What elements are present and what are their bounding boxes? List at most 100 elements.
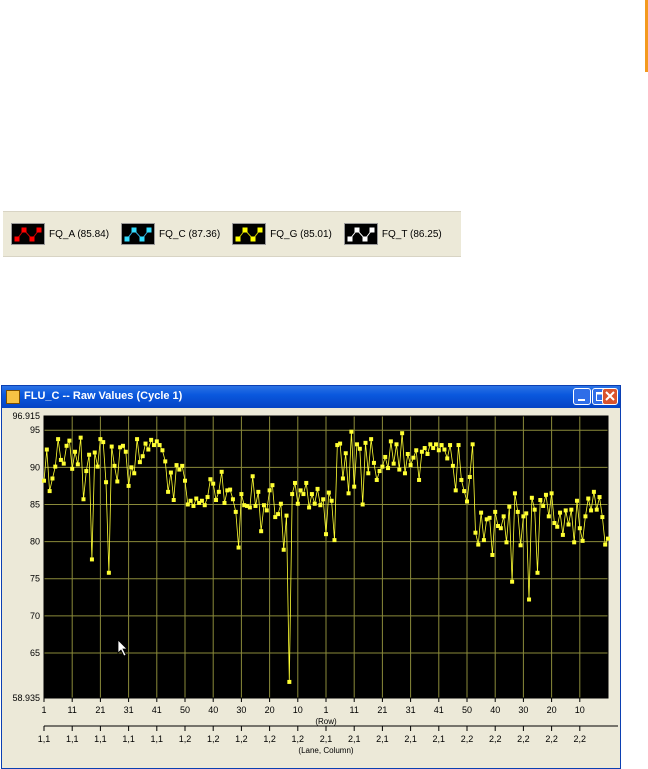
data-point[interactable]: [256, 489, 261, 494]
data-point[interactable]: [377, 469, 382, 474]
data-point[interactable]: [70, 466, 75, 471]
data-point[interactable]: [188, 498, 193, 503]
data-point[interactable]: [422, 446, 427, 451]
data-point[interactable]: [276, 512, 281, 517]
data-point[interactable]: [586, 496, 591, 501]
data-point[interactable]: [439, 443, 444, 448]
data-point[interactable]: [137, 460, 142, 465]
data-point[interactable]: [53, 464, 58, 469]
data-point[interactable]: [233, 509, 238, 514]
data-point[interactable]: [402, 471, 407, 476]
data-point[interactable]: [411, 455, 416, 460]
data-point[interactable]: [490, 552, 495, 557]
legend-item[interactable]: FQ_T (86.25): [343, 223, 442, 245]
data-point[interactable]: [606, 536, 610, 541]
data-point[interactable]: [81, 497, 86, 502]
data-point[interactable]: [445, 456, 450, 461]
data-point[interactable]: [507, 504, 512, 509]
data-point[interactable]: [383, 454, 388, 459]
data-point[interactable]: [414, 448, 419, 453]
data-point[interactable]: [101, 440, 106, 445]
data-point[interactable]: [453, 488, 458, 493]
data-point[interactable]: [591, 489, 596, 494]
data-point[interactable]: [388, 439, 393, 444]
data-point[interactable]: [168, 470, 173, 475]
data-point[interactable]: [529, 495, 534, 500]
data-point[interactable]: [405, 451, 410, 456]
data-point[interactable]: [199, 498, 204, 503]
data-point[interactable]: [89, 557, 94, 562]
data-point[interactable]: [120, 443, 125, 448]
data-point[interactable]: [394, 442, 399, 447]
data-point[interactable]: [538, 498, 543, 503]
data-point[interactable]: [157, 443, 162, 448]
data-point[interactable]: [123, 449, 128, 454]
data-point[interactable]: [236, 545, 241, 550]
legend-item[interactable]: FQ_A (85.84): [11, 223, 109, 245]
data-point[interactable]: [183, 478, 187, 483]
data-point[interactable]: [239, 492, 244, 497]
data-point[interactable]: [166, 489, 171, 494]
data-point[interactable]: [87, 452, 92, 457]
data-point[interactable]: [222, 500, 227, 505]
data-point[interactable]: [459, 477, 464, 482]
data-point[interactable]: [247, 505, 252, 510]
data-point[interactable]: [219, 469, 224, 474]
data-point[interactable]: [467, 474, 472, 479]
data-point[interactable]: [481, 538, 486, 543]
data-point[interactable]: [524, 511, 529, 516]
data-point[interactable]: [174, 463, 179, 468]
data-point[interactable]: [448, 443, 453, 448]
data-point[interactable]: [456, 443, 461, 448]
data-point[interactable]: [135, 437, 140, 442]
legend-item[interactable]: FQ_C (87.36): [121, 223, 220, 245]
data-point[interactable]: [146, 447, 151, 452]
data-point[interactable]: [84, 469, 89, 474]
data-point[interactable]: [371, 460, 376, 465]
data-point[interactable]: [583, 514, 588, 519]
data-point[interactable]: [267, 488, 272, 493]
data-point[interactable]: [589, 508, 594, 513]
data-point[interactable]: [580, 538, 585, 543]
data-point[interactable]: [338, 441, 343, 446]
data-point[interactable]: [473, 530, 478, 535]
data-point[interactable]: [546, 514, 551, 519]
data-point[interactable]: [343, 451, 348, 456]
data-point[interactable]: [566, 522, 571, 527]
data-point[interactable]: [535, 570, 540, 575]
data-point[interactable]: [603, 542, 608, 547]
data-point[interactable]: [208, 477, 213, 482]
data-point[interactable]: [501, 514, 506, 519]
data-point[interactable]: [211, 481, 216, 486]
data-point[interactable]: [374, 477, 379, 482]
data-point[interactable]: [180, 463, 185, 468]
data-point[interactable]: [42, 478, 46, 483]
data-point[interactable]: [479, 510, 484, 515]
data-point[interactable]: [543, 492, 548, 497]
data-point[interactable]: [151, 443, 156, 448]
data-point[interactable]: [216, 489, 221, 494]
data-point[interactable]: [290, 492, 295, 497]
data-point[interactable]: [270, 483, 275, 488]
data-point[interactable]: [487, 515, 492, 520]
data-point[interactable]: [527, 597, 532, 602]
data-point[interactable]: [292, 480, 297, 485]
data-point[interactable]: [47, 489, 52, 494]
data-point[interactable]: [44, 447, 49, 452]
data-point[interactable]: [436, 448, 441, 453]
data-point[interactable]: [594, 507, 599, 512]
data-point[interactable]: [67, 438, 72, 443]
data-point[interactable]: [295, 501, 300, 506]
data-point[interactable]: [470, 442, 475, 447]
data-point[interactable]: [386, 466, 391, 471]
data-point[interactable]: [504, 540, 509, 545]
data-point[interactable]: [318, 503, 323, 508]
data-point[interactable]: [104, 480, 109, 485]
data-point[interactable]: [569, 507, 574, 512]
data-point[interactable]: [572, 540, 577, 545]
data-point[interactable]: [315, 486, 320, 491]
data-point[interactable]: [56, 437, 61, 442]
data-point[interactable]: [129, 465, 134, 470]
data-point[interactable]: [126, 483, 131, 488]
data-point[interactable]: [400, 431, 405, 436]
